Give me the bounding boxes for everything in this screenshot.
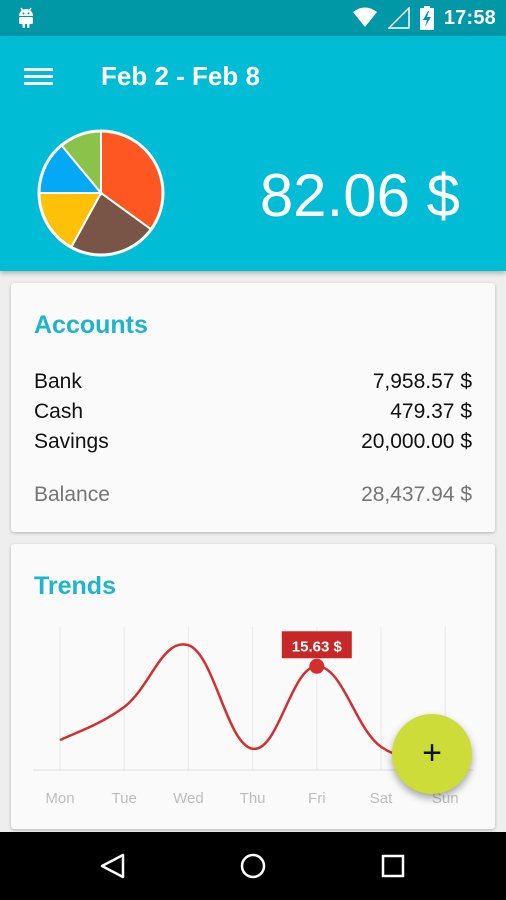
status-time: 17:58 bbox=[443, 6, 496, 29]
account-name: Bank bbox=[34, 370, 82, 393]
account-name: Savings bbox=[34, 430, 109, 453]
home-icon bbox=[240, 853, 266, 879]
cell-signal-icon bbox=[387, 7, 410, 29]
x-tick-label: Wed bbox=[173, 790, 204, 807]
page-title: Feb 2 - Feb 8 bbox=[101, 61, 260, 91]
android-notification-icon bbox=[19, 7, 33, 28]
value-tooltip-label: 15.63 $ bbox=[292, 638, 343, 655]
status-bar: 17:58 bbox=[0, 0, 506, 36]
x-tick-label: Fri bbox=[308, 790, 326, 807]
highlight-point[interactable] bbox=[309, 658, 325, 674]
account-row-savings[interactable]: Savings 20,000.00 $ bbox=[34, 427, 472, 457]
trends-title: Trends bbox=[34, 572, 116, 600]
recents-button[interactable] bbox=[371, 846, 415, 886]
account-amount: 479.37 $ bbox=[390, 400, 472, 423]
account-row-bank[interactable]: Bank 7,958.57 $ bbox=[34, 367, 472, 397]
wifi-icon bbox=[352, 7, 377, 27]
plus-icon: + bbox=[422, 734, 442, 772]
app-bar: Feb 2 - Feb 8 82.06 $ bbox=[0, 36, 506, 271]
menu-icon-bar bbox=[24, 75, 53, 78]
balance-label: Balance bbox=[34, 483, 110, 506]
battery-charging-icon bbox=[419, 6, 434, 30]
menu-icon-bar bbox=[24, 82, 53, 85]
expense-pie-chart[interactable] bbox=[36, 128, 166, 258]
total-amount: 82.06 $ bbox=[259, 162, 460, 229]
accounts-title: Accounts bbox=[34, 311, 148, 339]
balance-row: Balance 28,437.94 $ bbox=[34, 480, 472, 510]
x-tick-label: Tue bbox=[112, 790, 137, 807]
menu-button[interactable] bbox=[18, 60, 60, 92]
x-tick-label: Mon bbox=[45, 790, 74, 807]
back-icon bbox=[100, 853, 125, 879]
account-name: Cash bbox=[34, 400, 84, 423]
account-amount: 20,000.00 $ bbox=[361, 430, 472, 453]
balance-amount: 28,437.94 $ bbox=[361, 483, 472, 506]
x-tick-label: Thu bbox=[240, 790, 266, 807]
add-transaction-button[interactable]: + bbox=[392, 714, 472, 794]
back-button[interactable] bbox=[90, 846, 134, 886]
accounts-card[interactable]: Accounts Bank 7,958.57 $ Cash 479.37 $ S… bbox=[11, 283, 495, 532]
x-tick-label: Sat bbox=[370, 790, 393, 807]
system-navigation-bar bbox=[0, 832, 506, 900]
recents-icon bbox=[381, 854, 405, 878]
account-amount: 7,958.57 $ bbox=[372, 370, 472, 393]
home-button[interactable] bbox=[231, 846, 275, 886]
account-row-cash[interactable]: Cash 479.37 $ bbox=[34, 397, 472, 427]
menu-icon bbox=[24, 68, 53, 71]
